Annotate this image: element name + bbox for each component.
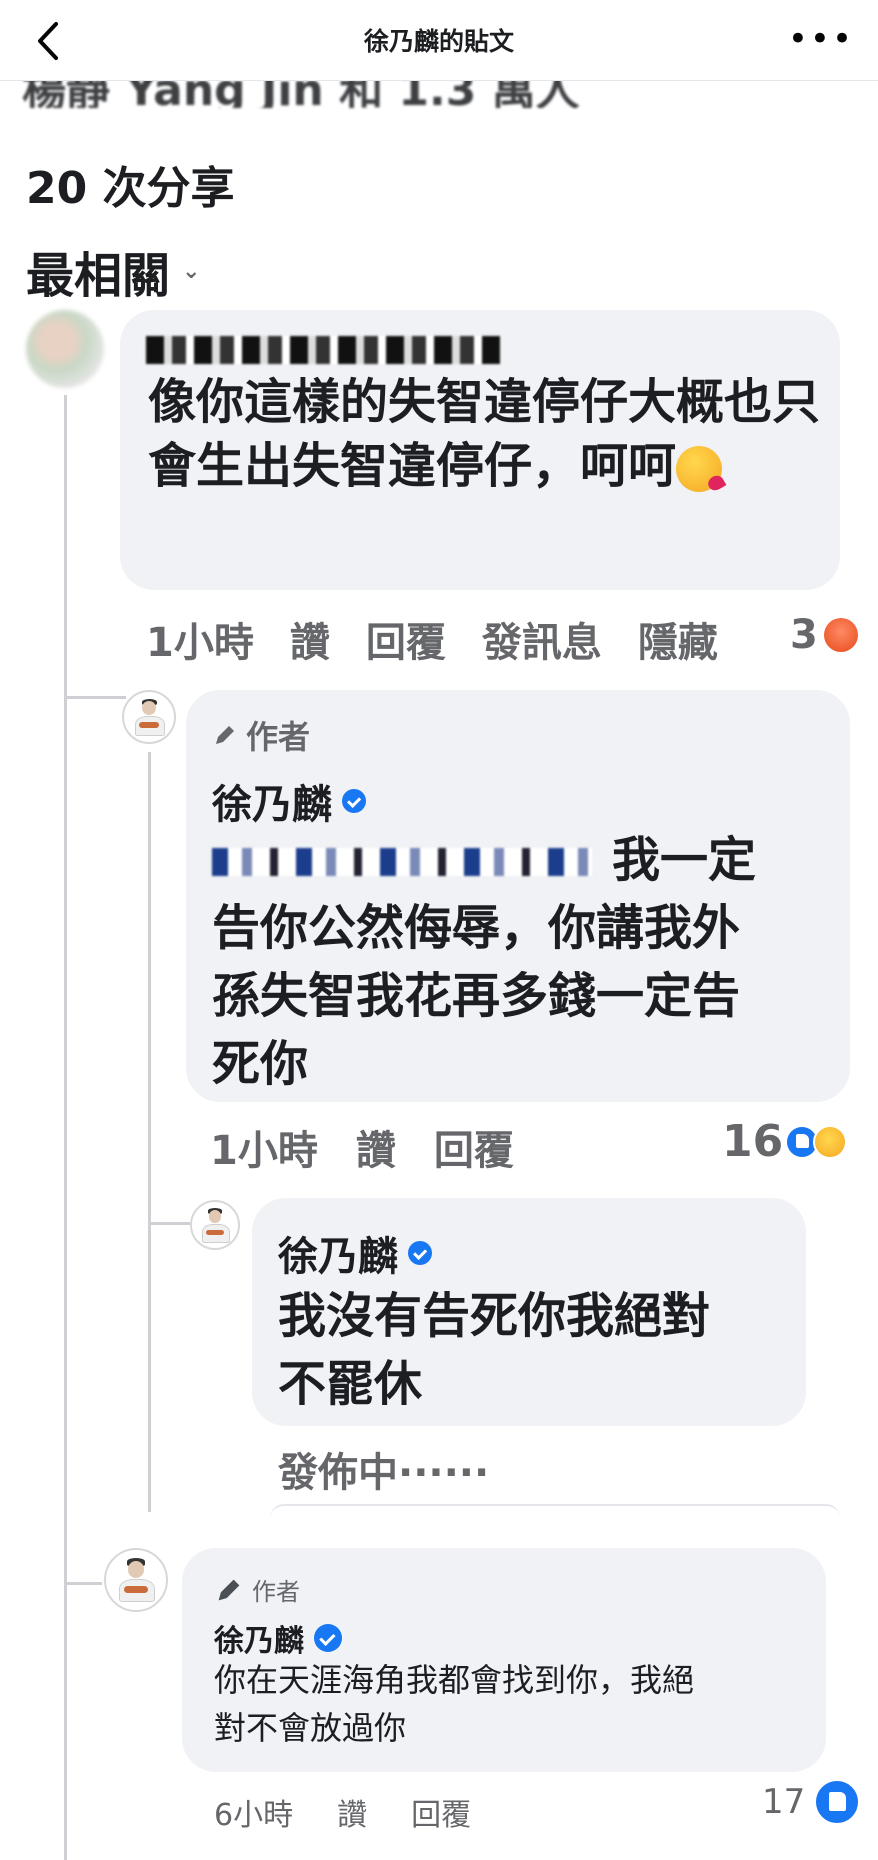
reaction-summary[interactable]: 3 xyxy=(790,612,858,658)
thread-line xyxy=(148,752,151,1512)
angry-emoji-icon xyxy=(823,618,858,652)
avatar[interactable] xyxy=(26,310,104,388)
page-title: 徐乃麟的貼文 xyxy=(363,27,514,56)
top-bar: 徐乃麟的貼文 ••• xyxy=(0,0,878,81)
author-name[interactable]: 徐乃麟 xyxy=(214,1616,342,1660)
comment-text: 我一定 xyxy=(612,832,757,888)
like-reaction-icon xyxy=(813,1778,862,1826)
thread-line xyxy=(64,395,67,1860)
pencil-icon xyxy=(216,726,234,744)
sort-selector[interactable]: 最相關 ⌄ xyxy=(26,236,200,306)
mention-tag[interactable] xyxy=(212,848,592,876)
comment-text: 死你 xyxy=(212,1036,309,1092)
avatar[interactable] xyxy=(122,690,176,744)
posting-status: 發佈中······ xyxy=(278,1450,490,1496)
reaction-count: 3 xyxy=(790,612,818,658)
more-options-icon[interactable]: ••• xyxy=(788,22,854,56)
comment-meta: 1小時 讚 回覆 xyxy=(210,1118,514,1176)
sort-label: 最相關 xyxy=(26,248,171,304)
thread-line xyxy=(64,696,126,699)
comment-text: 不罷休 xyxy=(278,1356,423,1412)
author-tag: 作者 xyxy=(212,712,310,758)
thread-line xyxy=(64,1582,102,1585)
reply-button[interactable]: 回覆 xyxy=(366,610,446,668)
chevron-down-icon: ⌄ xyxy=(182,258,201,284)
comment-meta: 1小時 讚 回覆 發訊息 隱藏 xyxy=(146,610,718,668)
reaction-count: 16 xyxy=(722,1116,784,1167)
commenter-name[interactable] xyxy=(146,336,500,364)
author-name[interactable]: 徐乃麟 xyxy=(278,1224,432,1282)
reaction-summary[interactable]: 16 xyxy=(722,1116,848,1167)
reply-button[interactable]: 回覆 xyxy=(434,1118,514,1176)
reaction-count: 17 xyxy=(762,1782,806,1822)
timestamp: 1小時 xyxy=(210,1128,318,1174)
avatar[interactable] xyxy=(190,1200,240,1250)
author-tag: 作者 xyxy=(214,1572,300,1607)
message-button[interactable]: 發訊息 xyxy=(482,610,602,668)
reply-button[interactable]: 回覆 xyxy=(411,1790,471,1834)
kiss-emoji-icon xyxy=(676,446,723,492)
timestamp: 6小時 xyxy=(214,1798,294,1833)
share-count[interactable]: 20 次分享 xyxy=(26,152,235,216)
comment-meta: 6小時 讚 回覆 xyxy=(214,1790,471,1834)
pencil-icon xyxy=(218,1579,240,1600)
care-reaction-icon xyxy=(813,1124,848,1159)
comment-text: 我沒有告死你我絕對 xyxy=(278,1288,711,1344)
reaction-summary[interactable]: 17 xyxy=(762,1778,862,1826)
like-button[interactable]: 讚 xyxy=(356,1118,396,1176)
comment-text: 你在天涯海角我都會找到你，我絕 xyxy=(214,1661,695,1699)
next-comment-edge xyxy=(270,1504,840,1518)
verified-badge-icon xyxy=(342,789,366,813)
hide-button[interactable]: 隱藏 xyxy=(638,610,718,668)
like-button[interactable]: 讚 xyxy=(337,1790,367,1834)
comment-text: 像你這樣的失智違停仔大概也只會生出失智違停仔，呵呵 xyxy=(148,374,821,494)
author-name[interactable]: 徐乃麟 xyxy=(212,772,366,830)
chevron-left-icon[interactable] xyxy=(30,16,70,66)
thread-line xyxy=(148,1222,190,1225)
comment-text: 對不會放過你 xyxy=(214,1709,407,1747)
verified-badge-icon xyxy=(314,1624,342,1652)
comment-text: 告你公然侮辱，你講我外 xyxy=(212,900,741,956)
verified-badge-icon xyxy=(408,1241,432,1265)
comment-text: 孫失智我花再多錢一定告 xyxy=(212,968,741,1024)
timestamp: 1小時 xyxy=(146,620,254,666)
like-button[interactable]: 讚 xyxy=(290,610,330,668)
avatar[interactable] xyxy=(104,1548,168,1612)
